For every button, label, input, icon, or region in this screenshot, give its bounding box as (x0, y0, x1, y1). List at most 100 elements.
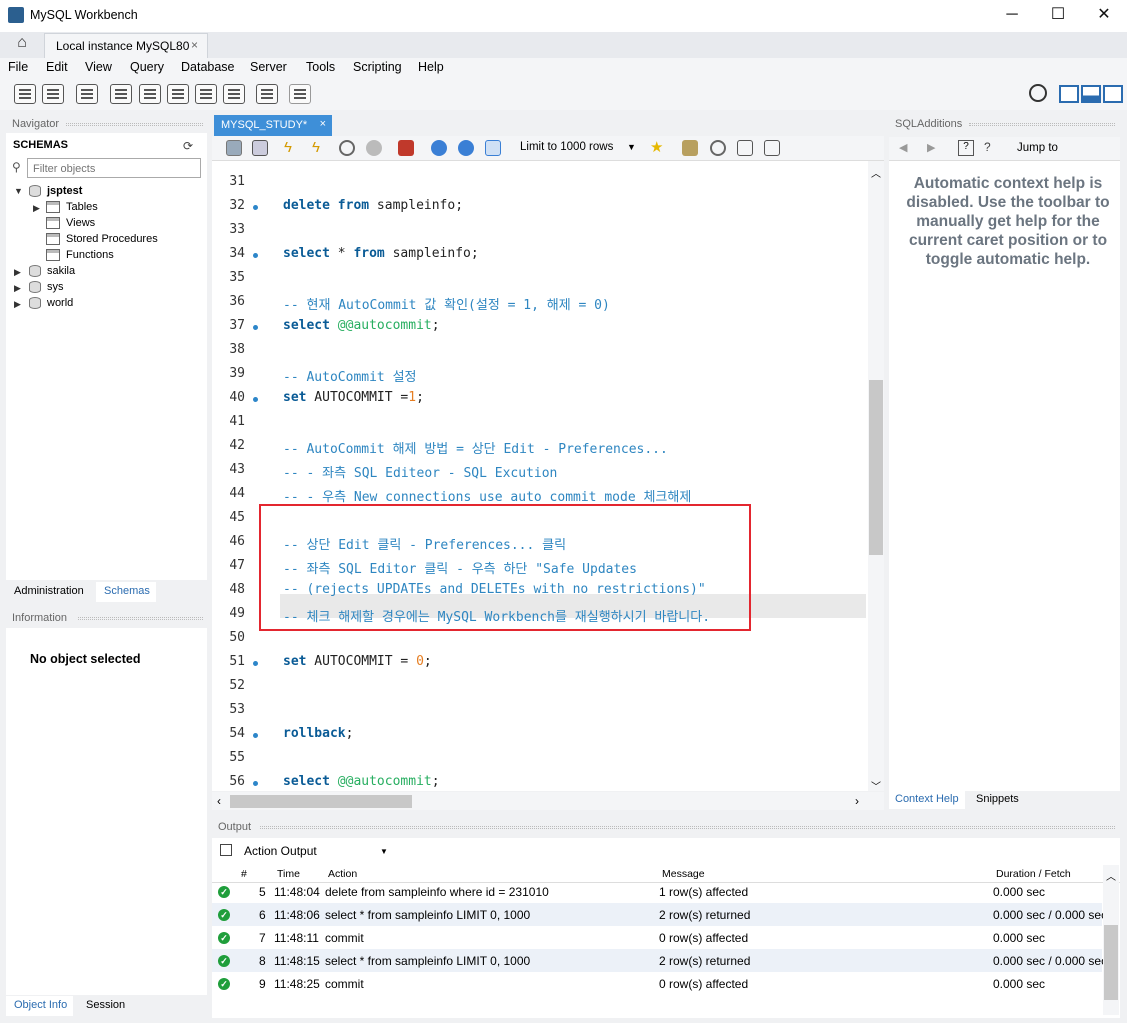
menu-server[interactable]: Server (250, 60, 287, 74)
close-tab-icon[interactable]: × (191, 38, 198, 52)
schema-item-jsptest[interactable]: jsptest (47, 185, 82, 197)
create-schema-icon[interactable] (110, 84, 132, 104)
scroll-down-icon[interactable]: ﹀ (871, 778, 881, 793)
inspector-icon[interactable] (76, 84, 98, 104)
column-header-time[interactable]: Time (277, 868, 300, 880)
chevron-down-icon[interactable]: ▼ (627, 142, 636, 152)
limit-rows-select[interactable]: Limit to 1000 rows (520, 141, 613, 153)
tab-schemas[interactable]: Schemas (96, 582, 156, 602)
code-line[interactable]: rollback; (283, 726, 353, 741)
tab-snippets[interactable]: Snippets (970, 791, 1025, 809)
code-line[interactable]: -- - 우측 New connections use auto commit … (283, 486, 691, 505)
scroll-up-icon[interactable]: ︿ (1106, 868, 1116, 883)
copy-icon[interactable] (220, 844, 232, 856)
save-icon[interactable] (252, 140, 268, 156)
tree-item-tables[interactable]: Tables (66, 201, 98, 213)
minimize-button[interactable]: ─ (989, 0, 1035, 32)
schema-item-sakila[interactable]: sakila (47, 265, 75, 277)
menu-query[interactable]: Query (130, 60, 164, 74)
stop-icon[interactable] (366, 140, 382, 156)
bookmark-icon[interactable]: ★ (650, 140, 666, 156)
code-line[interactable]: select @@autocommit; (283, 318, 440, 333)
tree-item-stored-procedures[interactable]: Stored Procedures (66, 233, 158, 245)
commit-icon[interactable] (431, 140, 447, 156)
new-sql-tab-icon[interactable] (14, 84, 36, 104)
search-table-data-icon[interactable] (256, 84, 278, 104)
menu-file[interactable]: File (8, 60, 28, 74)
expand-arrow-icon[interactable]: ▶ (14, 283, 21, 294)
tab-administration[interactable]: Administration (6, 582, 90, 602)
scroll-left-icon[interactable]: ‹ (217, 794, 221, 808)
reconnect-icon[interactable] (289, 84, 311, 104)
auto-help-icon[interactable]: ? (984, 140, 991, 154)
code-line[interactable]: -- AutoCommit 해제 방법 = 상단 Edit - Preferen… (283, 438, 668, 457)
column-header-message[interactable]: Message (662, 868, 705, 880)
chevron-down-icon[interactable]: ▼ (380, 847, 388, 856)
schema-item-sys[interactable]: sys (47, 281, 64, 293)
execute-icon[interactable]: ϟ (284, 140, 300, 156)
column-header-duration[interactable]: Duration / Fetch (996, 868, 1071, 880)
column-header-number[interactable]: # (241, 868, 247, 880)
manual-help-icon[interactable]: ? (958, 140, 974, 156)
refresh-icon[interactable]: ⟳ (183, 139, 193, 153)
code-line[interactable]: select * from sampleinfo; (283, 246, 479, 261)
tree-item-functions[interactable]: Functions (66, 249, 114, 261)
settings-icon[interactable] (1029, 84, 1047, 102)
tab-context-help[interactable]: Context Help (889, 791, 965, 809)
code-line[interactable]: set AUTOCOMMIT = 0; (283, 654, 432, 669)
tab-session[interactable]: Session (78, 996, 131, 1016)
expand-arrow-icon[interactable]: ▶ (33, 203, 40, 214)
schema-item-world[interactable]: world (47, 297, 73, 309)
scroll-thumb[interactable] (230, 795, 412, 808)
menu-scripting[interactable]: Scripting (353, 60, 402, 74)
open-file-icon[interactable] (226, 140, 242, 156)
forward-icon[interactable]: ▶ (927, 141, 935, 154)
scroll-thumb[interactable] (869, 380, 883, 555)
code-line[interactable]: select @@autocommit; (283, 774, 440, 789)
collapse-arrow-icon[interactable]: ▼ (14, 186, 23, 196)
scroll-up-icon[interactable]: ︿ (871, 165, 881, 180)
invisible-chars-icon[interactable] (737, 140, 753, 156)
filter-objects-input[interactable] (27, 158, 201, 178)
connection-tab[interactable]: Local instance MySQL80 × (44, 33, 208, 58)
column-header-action[interactable]: Action (328, 868, 357, 880)
rollback-icon[interactable] (458, 140, 474, 156)
tree-item-views[interactable]: Views (66, 217, 95, 229)
menu-view[interactable]: View (85, 60, 112, 74)
home-icon[interactable]: ⌂ (6, 34, 38, 56)
create-table-icon[interactable] (139, 84, 161, 104)
menu-help[interactable]: Help (418, 60, 444, 74)
open-sql-script-icon[interactable] (42, 84, 64, 104)
expand-arrow-icon[interactable]: ▶ (14, 267, 21, 278)
beautify-icon[interactable] (682, 140, 698, 156)
jump-to-select[interactable]: Jump to (1017, 142, 1058, 154)
maximize-button[interactable]: ☐ (1035, 0, 1081, 32)
close-tab-icon[interactable]: × (320, 118, 326, 130)
back-icon[interactable]: ◀ (899, 141, 907, 154)
tab-object-info[interactable]: Object Info (6, 996, 74, 1016)
menu-tools[interactable]: Tools (306, 60, 335, 74)
toggle-error-stop-icon[interactable] (398, 140, 414, 156)
code-line[interactable]: -- - 좌측 SQL Editeor - SQL Excution (283, 462, 557, 481)
word-wrap-icon[interactable] (764, 140, 780, 156)
code-line[interactable]: -- 현재 AutoCommit 값 확인(설정 = 1, 해제 = 0) (283, 294, 610, 313)
create-view-icon[interactable] (167, 84, 189, 104)
close-window-button[interactable]: ✕ (1081, 0, 1127, 32)
code-line[interactable]: delete from sampleinfo; (283, 198, 463, 213)
menu-edit[interactable]: Edit (46, 60, 68, 74)
scroll-thumb[interactable] (1104, 925, 1118, 1000)
find-icon[interactable] (710, 140, 726, 156)
autocommit-icon[interactable] (485, 140, 501, 156)
toggle-secondary-sidebar-icon[interactable] (1103, 85, 1123, 103)
toggle-output-icon[interactable] (1081, 85, 1101, 103)
toggle-sidebar-icon[interactable] (1059, 85, 1079, 103)
output-type-select[interactable]: Action Output (241, 843, 391, 861)
execute-current-icon[interactable]: ϟ (312, 140, 328, 156)
expand-arrow-icon[interactable]: ▶ (14, 299, 21, 310)
menu-database[interactable]: Database (181, 60, 235, 74)
sql-editor-tab[interactable]: MYSQL_STUDY* × (214, 115, 332, 136)
code-line[interactable]: -- AutoCommit 설정 (283, 366, 417, 385)
code-line[interactable]: set AUTOCOMMIT =1; (283, 390, 424, 405)
create-function-icon[interactable] (223, 84, 245, 104)
create-procedure-icon[interactable] (195, 84, 217, 104)
